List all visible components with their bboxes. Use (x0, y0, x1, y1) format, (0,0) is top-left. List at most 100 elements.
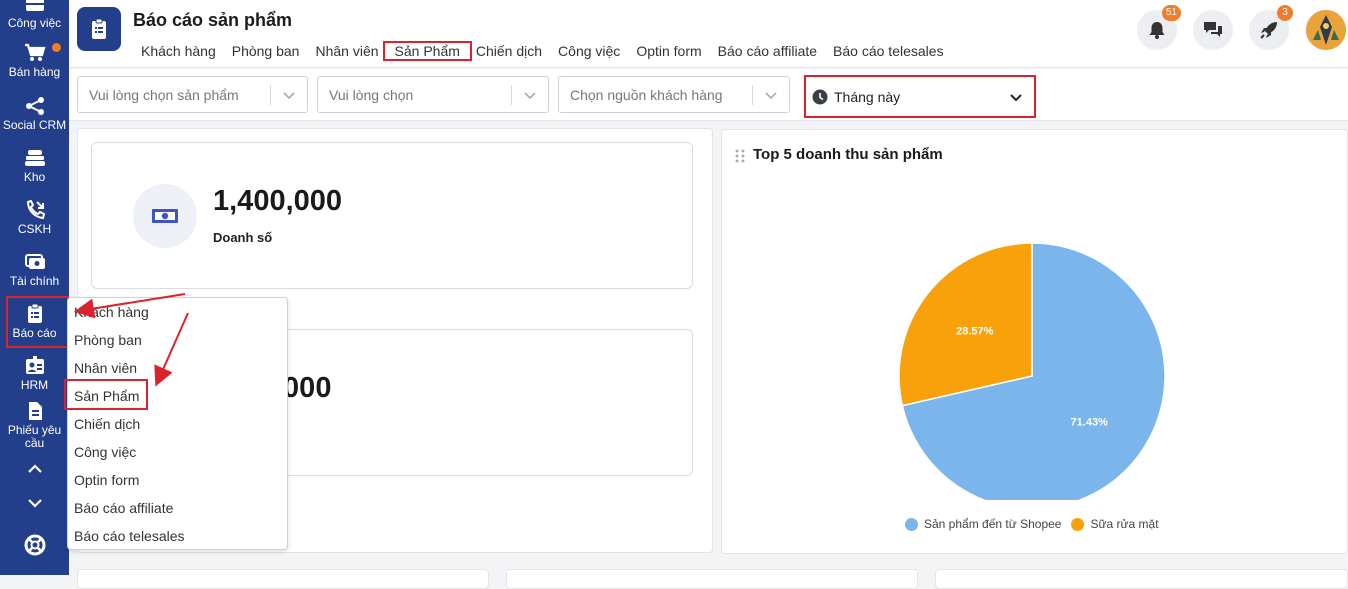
bottom-card (506, 569, 918, 589)
menu-item-bao-cao-telesales[interactable]: Báo cáo telesales (74, 528, 185, 544)
menu-item-phong-ban[interactable]: Phòng ban (74, 332, 142, 348)
menu-item-khach-hang[interactable]: Khách hàng (74, 304, 149, 320)
report-submenu: Khách hàng Phòng ban Nhân viên Sản Phẩm … (67, 297, 288, 550)
notifications-badge: 51 (1161, 5, 1181, 21)
pie-slice-label: 28.57% (956, 325, 994, 337)
tab-bao-cao-affiliate[interactable]: Báo cáo affiliate (718, 43, 817, 59)
sidebar-help[interactable] (0, 534, 69, 559)
chevron-down-icon (283, 92, 295, 100)
tab-phong-ban[interactable]: Phòng ban (232, 43, 300, 59)
clock-icon (812, 89, 828, 104)
avatar-image-icon (1306, 10, 1346, 50)
sidebar-item-label: HRM (20, 378, 49, 392)
sidebar-item-cskh[interactable]: CSKH (0, 200, 69, 236)
chevron-down-icon (27, 499, 42, 508)
sidebar-item-social-crm[interactable]: Social CRM (0, 96, 69, 132)
chat-button[interactable] (1193, 10, 1233, 50)
date-range-select[interactable]: Tháng này (804, 75, 1036, 118)
sidebar-item-label: Bán hàng (8, 65, 61, 79)
menu-highlight-box (64, 379, 148, 410)
tab-nhan-vien[interactable]: Nhân viên (315, 43, 378, 59)
tab-san-pham[interactable]: Sản Phẩm (382, 41, 472, 61)
money-icon (24, 254, 45, 269)
phone-icon (26, 200, 45, 220)
sidebar-item-label: Tài chính (9, 274, 60, 288)
revenue-stat-card: 1,400,000 Doanh số (91, 142, 693, 289)
product-select[interactable]: Vui lòng chọn sản phẩm (77, 76, 308, 113)
pie-chart: 71.43% 28.57% (898, 242, 1166, 500)
page-title: Báo cáo sản phẩm (133, 10, 293, 30)
menu-item-bao-cao-affiliate[interactable]: Báo cáo affiliate (74, 500, 173, 516)
select-divider (270, 85, 271, 105)
legend-item-sua-rua-mat[interactable]: Sữa rửa mặt (1071, 517, 1159, 531)
sidebar: Công việc Bán hàng Social CRM Kho CSKH T… (0, 0, 69, 575)
menu-item-nhan-vien[interactable]: Nhân viên (74, 360, 137, 376)
report-tabs: Khách hàng Phòng ban Nhân viên Sản Phẩm … (133, 41, 960, 61)
share-icon (25, 97, 44, 115)
report-app-icon (77, 7, 121, 51)
notifications-button[interactable]: 51 (1137, 5, 1181, 50)
filter-bar: Vui lòng chọn sản phẩm Vui lòng chọn Chọ… (69, 69, 1348, 121)
menu-item-optin-form[interactable]: Optin form (74, 472, 139, 488)
sidebar-highlight-box (6, 296, 69, 348)
select-divider (752, 85, 753, 105)
sidebar-item-tai-chinh[interactable]: Tài chính (0, 252, 69, 288)
briefcase-icon (25, 0, 44, 11)
sidebar-item-label: Công việc (7, 16, 62, 30)
menu-item-cong-viec[interactable]: Công việc (74, 444, 136, 460)
lifebuoy-icon (24, 534, 45, 556)
bottom-card (77, 569, 489, 589)
chevron-up-icon (27, 464, 42, 473)
chevron-down-icon (524, 92, 536, 100)
generic-select[interactable]: Vui lòng chọn (317, 76, 549, 113)
revenue-value: 1,400,000 (213, 185, 343, 217)
sidebar-scroll-up[interactable] (0, 463, 69, 478)
page-header: Báo cáo sản phẩm Khách hàng Phòng ban Nh… (69, 0, 1348, 68)
tab-chien-dich[interactable]: Chiến dịch (476, 43, 542, 59)
date-range-value: Tháng này (834, 88, 901, 105)
id-card-icon (25, 356, 44, 374)
sidebar-item-cong-viec[interactable]: Công việc (0, 0, 69, 30)
pie-slice-label: 71.43% (1071, 417, 1109, 429)
legend-label: Sữa rửa mặt (1090, 517, 1159, 531)
customer-source-select[interactable]: Chọn nguồn khách hàng (558, 76, 790, 113)
sidebar-item-hrm[interactable]: HRM (0, 356, 69, 392)
bottom-card (935, 569, 1348, 589)
notification-dot (52, 43, 61, 52)
document-icon (28, 402, 42, 420)
top-products-chart-panel: Top 5 doanh thu sản phẩm 71.43% 28.57% Sả… (721, 129, 1348, 554)
tab-cong-viec[interactable]: Công việc (558, 43, 620, 59)
product-select-placeholder: Vui lòng chọn sản phẩm (89, 86, 239, 103)
tab-optin-form[interactable]: Optin form (636, 43, 701, 59)
tab-bao-cao-telesales[interactable]: Báo cáo telesales (833, 43, 944, 59)
customer-source-placeholder: Chọn nguồn khách hàng (570, 86, 723, 103)
legend-swatch (905, 517, 918, 531)
chevron-down-icon (1010, 94, 1022, 102)
bell-icon (1149, 22, 1165, 39)
tab-khach-hang[interactable]: Khách hàng (141, 43, 216, 59)
warehouse-icon (24, 150, 45, 166)
select-divider (511, 85, 512, 105)
legend-label: Sản phẩm đến từ Shopee (924, 517, 1062, 531)
chart-legend: Sản phẩm đến từ Shopee Sữa rửa mặt (905, 517, 1169, 531)
pie-slice[interactable] (898, 242, 1033, 407)
sidebar-item-label: Social CRM (2, 118, 67, 132)
sidebar-item-label: CSKH (17, 222, 52, 236)
user-avatar[interactable] (1306, 10, 1346, 50)
legend-swatch (1071, 517, 1085, 531)
generic-select-placeholder: Vui lòng chọn (329, 86, 414, 103)
money-icon (133, 184, 197, 248)
rocket-icon (1260, 22, 1277, 39)
legend-item-shopee[interactable]: Sản phẩm đến từ Shopee (905, 517, 1061, 531)
rocket-button[interactable]: 3 (1249, 5, 1293, 50)
cart-icon (24, 43, 45, 61)
rocket-badge: 3 (1277, 5, 1293, 21)
revenue-label: Doanh số (213, 230, 273, 245)
clipboard-icon (92, 18, 106, 39)
sidebar-item-phieu-yeu-cau[interactable]: Phiếu yêu cầu (0, 401, 69, 450)
chat-icon (1204, 22, 1222, 37)
sidebar-scroll-down[interactable] (0, 497, 69, 512)
sidebar-item-kho[interactable]: Kho (0, 148, 69, 184)
menu-item-chien-dich[interactable]: Chiến dịch (74, 416, 140, 432)
sidebar-item-label: Phiếu yêu cầu (7, 423, 62, 450)
